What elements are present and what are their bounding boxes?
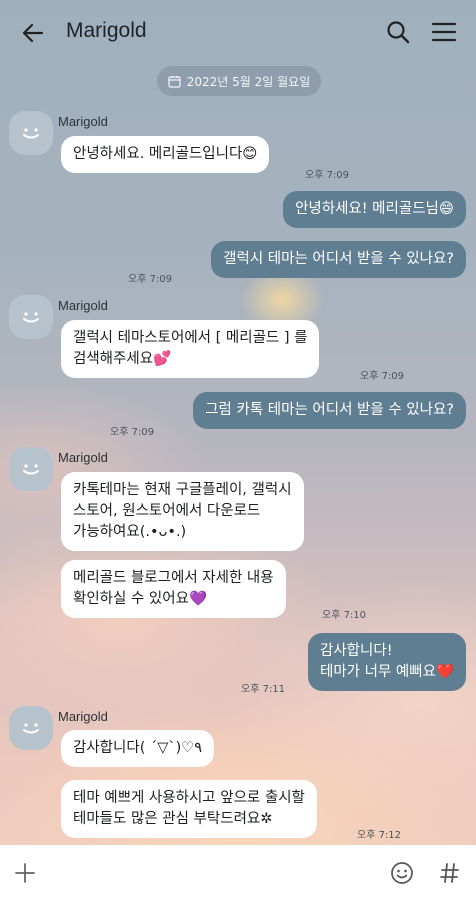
message-bubble-incoming[interactable]: 메리골드 블로그에서 자세한 내용 확인하실 수 있어요💜 bbox=[61, 560, 286, 618]
plus-icon bbox=[15, 863, 35, 883]
calendar-icon bbox=[168, 75, 181, 88]
avatar[interactable] bbox=[9, 295, 53, 339]
message-bubble-outgoing[interactable]: 안녕하세요! 메리골드님😄 bbox=[283, 191, 466, 228]
message-bubble-outgoing[interactable]: 감사합니다! 테마가 너무 예뻐요❤️ bbox=[308, 633, 466, 691]
message-bubble-outgoing[interactable]: 그럼 카톡 테마는 어디서 받을 수 있나요? bbox=[193, 392, 466, 429]
message-time: 오후 7:09 bbox=[360, 371, 405, 382]
arrow-left-icon bbox=[22, 23, 44, 43]
hamburger-menu-icon bbox=[431, 22, 457, 42]
message-bubble-incoming[interactable]: 감사합니다( ˊ▽ˋ)♡٩ bbox=[61, 730, 215, 767]
message-time: 오후 7:09 bbox=[305, 170, 350, 181]
avatar[interactable] bbox=[9, 706, 53, 750]
message-time: 오후 7:12 bbox=[357, 830, 402, 841]
hashtag-icon bbox=[440, 863, 459, 883]
message-time: 오후 7:10 bbox=[322, 610, 367, 621]
chat-title: Marigold bbox=[66, 19, 147, 42]
message-bubble-incoming[interactable]: 갤럭시 테마스토어에서 [ 메리골드 ] 를 검색해주세요💕 bbox=[61, 320, 320, 378]
message-time: 오후 7:09 bbox=[110, 427, 155, 438]
menu-button[interactable] bbox=[430, 20, 458, 44]
smiley-face-icon bbox=[23, 464, 39, 475]
search-icon bbox=[387, 21, 410, 44]
input-bar bbox=[0, 845, 476, 900]
smiley-face-icon bbox=[23, 128, 39, 139]
back-button[interactable] bbox=[18, 18, 48, 48]
message-bubble-incoming[interactable]: 안녕하세요. 메리골드입니다😊 bbox=[61, 136, 270, 173]
message-input[interactable] bbox=[52, 857, 372, 889]
hashtag-button[interactable] bbox=[440, 861, 460, 885]
emoji-button[interactable] bbox=[390, 861, 414, 885]
sender-name: Marigold bbox=[58, 709, 108, 724]
smiley-face-icon bbox=[23, 312, 39, 323]
date-divider: 2022년 5월 2일 월요일 bbox=[157, 66, 321, 96]
avatar[interactable] bbox=[9, 447, 53, 491]
smiley-face-icon bbox=[23, 723, 39, 734]
message-time: 오후 7:11 bbox=[241, 684, 286, 695]
sender-name: Marigold bbox=[58, 114, 108, 129]
top-bar: Marigold bbox=[0, 0, 476, 64]
message-bubble-outgoing[interactable]: 갤럭시 테마는 어디서 받을 수 있나요? bbox=[211, 241, 466, 278]
attach-button[interactable] bbox=[14, 862, 36, 884]
avatar[interactable] bbox=[9, 111, 53, 155]
message-bubble-incoming[interactable]: 테마 예쁘게 사용하시고 앞으로 출시할 테마들도 많은 관심 부탁드려요✲ bbox=[61, 780, 317, 838]
emoji-icon bbox=[391, 862, 413, 884]
sender-name: Marigold bbox=[58, 298, 108, 313]
date-text: 2022년 5월 2일 월요일 bbox=[186, 74, 311, 89]
message-time: 오후 7:09 bbox=[128, 274, 173, 285]
message-bubble-incoming[interactable]: 카톡테마는 현재 구글플레이, 갤럭시 스토어, 원스토어에서 다운로드 가능하… bbox=[61, 472, 304, 551]
search-button[interactable] bbox=[385, 19, 411, 45]
sender-name: Marigold bbox=[58, 450, 108, 465]
